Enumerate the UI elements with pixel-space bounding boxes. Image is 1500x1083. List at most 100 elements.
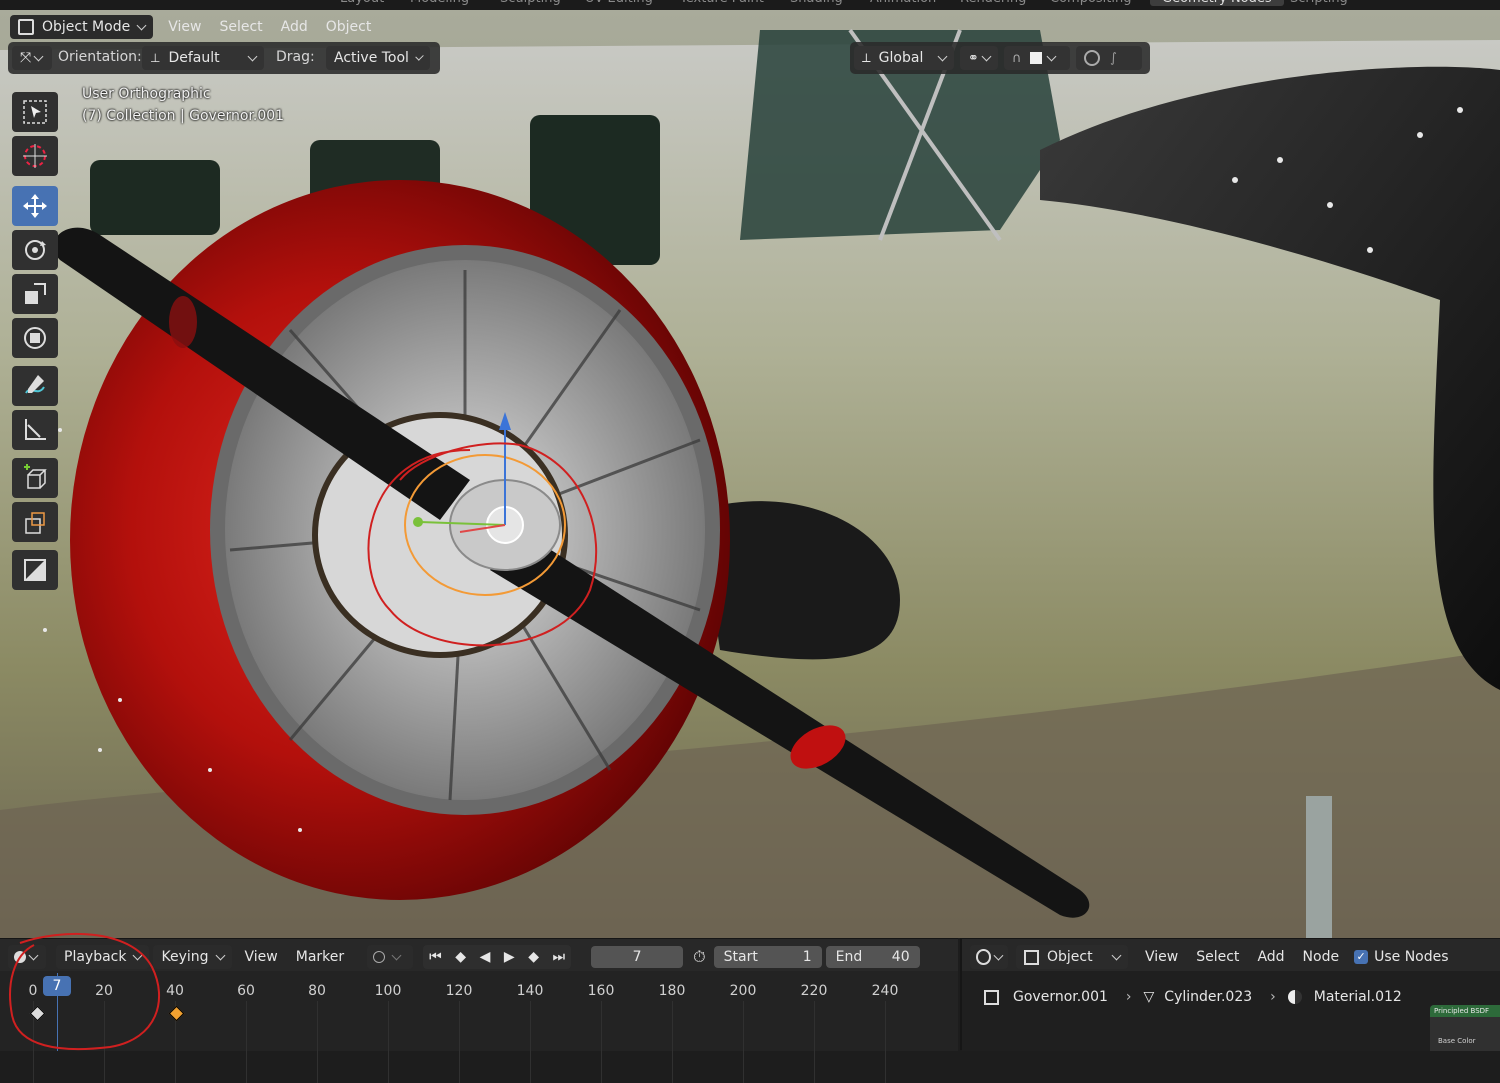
workspace-tab[interactable]: Modeling — [410, 0, 469, 6]
image-tool[interactable] — [12, 550, 58, 590]
timeline-tick-label: 220 — [800, 983, 828, 999]
tool-icon: ⤧ — [20, 50, 32, 66]
timeline-menu-marker[interactable]: Marker — [287, 945, 353, 969]
shader-context-dropdown[interactable]: Object — [1016, 945, 1128, 969]
menu-add[interactable]: Add — [272, 15, 317, 39]
snap-dropdown[interactable]: ∩ — [1004, 46, 1070, 70]
tool-settings-dropdown[interactable]: ⤧ — [12, 46, 52, 70]
magnet-icon: ∩ — [1012, 50, 1022, 66]
pivot-dropdown[interactable]: ⚭ — [960, 46, 998, 70]
workspace-tab[interactable]: Texture Paint — [680, 0, 764, 6]
node-menu-add[interactable]: Add — [1248, 945, 1293, 969]
mesh-icon: ▽ — [1143, 989, 1155, 1005]
add-cube-tool[interactable] — [12, 458, 58, 498]
prev-keyframe-icon[interactable]: ◆ — [455, 949, 466, 965]
proportional-icon — [1084, 50, 1100, 66]
object-mode-dropdown[interactable]: Object Mode — [10, 15, 154, 39]
auto-keying-toggle[interactable] — [367, 945, 414, 969]
view-name-text: User Orthographic — [82, 86, 211, 102]
menu-select[interactable]: Select — [210, 15, 271, 39]
extrude-icon — [25, 512, 45, 534]
pivot-icon: ⚭ — [968, 50, 979, 66]
playback-controls: ⏮ ◆ ◀ ▶ ◆ ⏭ — [423, 945, 572, 969]
timeline-tick-label: 160 — [587, 983, 615, 999]
timeline-gridline — [317, 1001, 318, 1083]
orientation-dropdown[interactable]: ⊥ Default — [142, 46, 264, 70]
shader-editor[interactable]: Object View Select Add Node ✓ Use Nodes … — [960, 938, 1500, 1051]
shader-context-label: Object — [1047, 949, 1093, 965]
workspace-tab[interactable]: UV Editing — [585, 0, 653, 6]
collection-info-text: (7) Collection | Governor.001 — [82, 108, 285, 124]
stopwatch-icon[interactable]: ⏱ — [693, 947, 705, 967]
menu-view[interactable]: View — [159, 15, 210, 39]
extrude-tool[interactable] — [12, 502, 58, 542]
jump-end-icon[interactable]: ⏭ — [553, 949, 566, 965]
play-reverse-icon[interactable]: ◀ — [480, 949, 491, 965]
shader-editor-type-dropdown[interactable] — [970, 945, 1008, 969]
use-nodes-label: Use Nodes — [1374, 949, 1449, 965]
timeline-gridline — [672, 1001, 673, 1083]
node-canvas[interactable] — [962, 971, 1500, 1051]
jump-start-icon[interactable]: ⏮ — [429, 949, 442, 965]
node-menu-select[interactable]: Select — [1187, 945, 1248, 969]
image-icon — [24, 559, 46, 581]
annotate-tool[interactable] — [12, 366, 58, 406]
transform-orientation-dropdown[interactable]: ⟂ Global — [854, 46, 954, 70]
timeline-editor[interactable]: Playback Keying View Marker ⏮ ◆ ◀ ▶ ◆ ⏭ … — [0, 932, 958, 1083]
transform-tool[interactable] — [12, 318, 58, 358]
cursor-tool[interactable] — [12, 136, 58, 176]
rotate-tool[interactable] — [12, 230, 58, 270]
chevron-down-icon — [136, 20, 147, 30]
workspace-tab[interactable]: Shading — [790, 0, 843, 6]
start-value: 1 — [802, 949, 812, 965]
node-menu-node[interactable]: Node — [1294, 945, 1349, 969]
principled-bsdf-node[interactable]: Principled BSDF Base Color — [1430, 1005, 1500, 1051]
timeline-tick-label: 60 — [237, 983, 255, 999]
start-frame-field[interactable]: Start 1 — [713, 946, 822, 968]
use-nodes-toggle[interactable]: ✓ Use Nodes — [1348, 945, 1457, 969]
timeline-menu-view[interactable]: View — [236, 945, 287, 969]
annotate-icon — [25, 375, 45, 394]
timeline-gridline — [885, 1001, 886, 1083]
timeline-gridline — [743, 1001, 744, 1083]
play-icon[interactable]: ▶ — [504, 949, 515, 965]
workspace-tab[interactable]: Compositing — [1050, 0, 1132, 6]
node-menu-view[interactable]: View — [1136, 945, 1187, 969]
move-icon — [23, 194, 47, 218]
global-axes-icon: ⟂ — [862, 50, 871, 66]
workspace-tab[interactable]: Layout — [340, 0, 384, 6]
measure-tool[interactable] — [12, 410, 58, 450]
checkbox-icon: ✓ — [1354, 950, 1369, 964]
workspace-tab[interactable]: Sculpting — [500, 0, 561, 6]
tool-settings-bar: ⤧ Orientation: ⊥ Default Drag: Active To… — [8, 42, 440, 74]
drag-dropdown[interactable]: Active Tool — [326, 46, 430, 70]
timeline-gridline — [814, 1001, 815, 1083]
workspace-tab[interactable]: Rendering — [960, 0, 1026, 6]
orientation-label: Orientation: — [58, 49, 142, 65]
chevron-down-icon — [937, 51, 948, 61]
timeline-tick-label: 120 — [445, 983, 473, 999]
workspace-tab[interactable]: Scripting — [1290, 0, 1348, 6]
proportional-edit[interactable]: ∫ — [1076, 46, 1142, 70]
current-frame-field[interactable]: 7 — [591, 946, 684, 968]
select-box-icon — [23, 100, 47, 124]
chevron-down-icon — [33, 51, 44, 61]
move-tool[interactable] — [12, 186, 58, 226]
menu-object[interactable]: Object — [317, 15, 381, 39]
workspace-tab[interactable]: Animation — [870, 0, 936, 6]
select-box-tool[interactable] — [12, 92, 58, 132]
node-title: Principled BSDF — [1430, 1005, 1500, 1017]
snap-target-icon — [1029, 52, 1042, 64]
timeline-gridline — [601, 1001, 602, 1083]
chevron-down-icon — [415, 51, 424, 61]
transform-icon — [24, 327, 46, 349]
3d-viewport[interactable]: Object Mode View Select Add Object ⤧ Ori… — [0, 10, 1500, 938]
next-keyframe-icon[interactable]: ◆ — [528, 949, 539, 965]
workspace-tab[interactable]: Geometry Nodes — [1150, 0, 1284, 6]
drag-value: Active Tool — [334, 50, 409, 66]
node-socket-label: Base Color — [1438, 1037, 1476, 1045]
chevron-down-icon — [1111, 950, 1122, 960]
end-frame-field[interactable]: End 40 — [825, 946, 920, 968]
breadcrumb-mesh: Cylinder.023 — [1164, 989, 1253, 1005]
scale-tool[interactable] — [12, 274, 58, 314]
